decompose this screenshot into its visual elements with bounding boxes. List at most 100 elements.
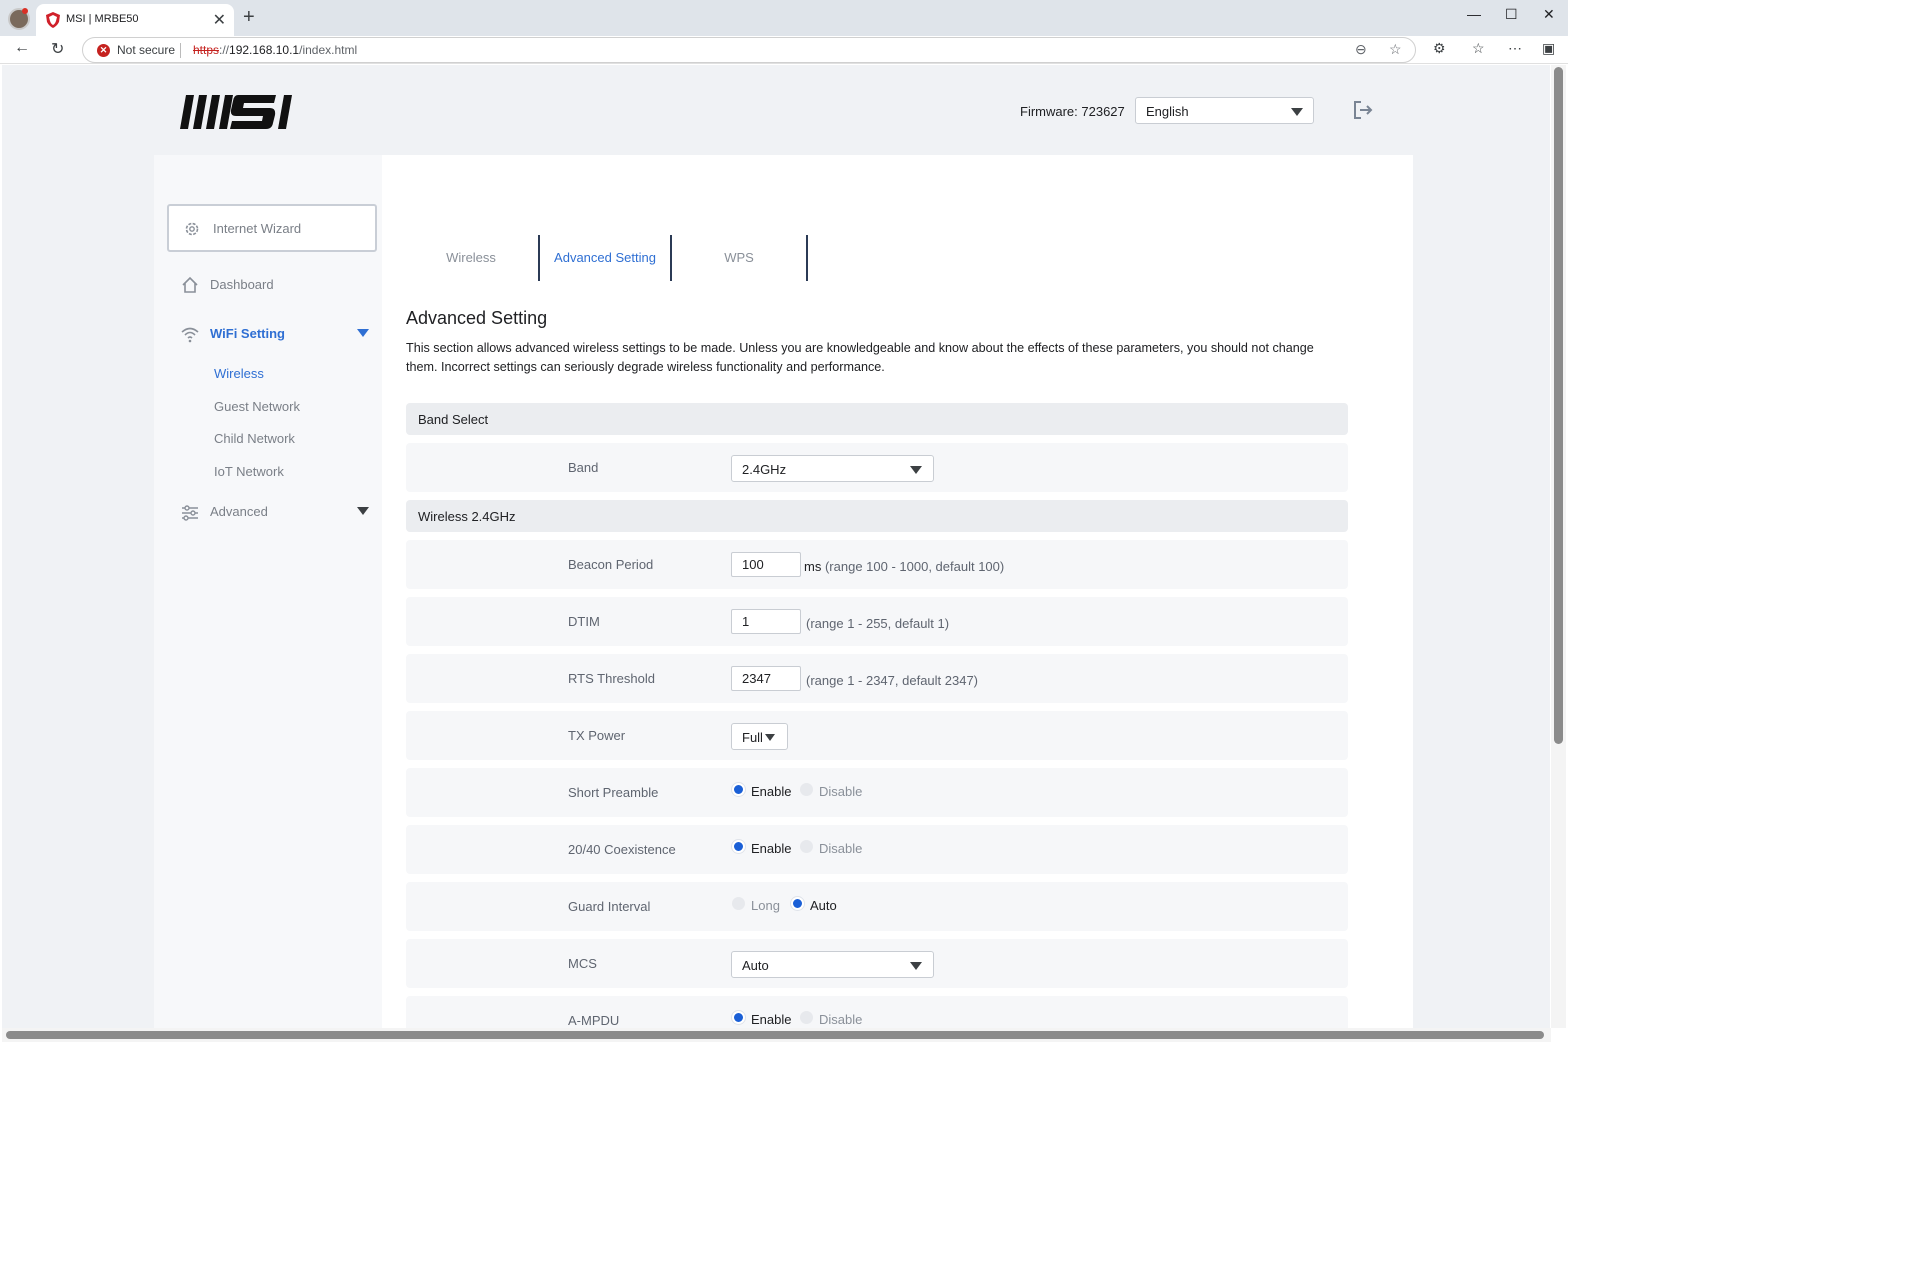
short-preamble-enable-radio[interactable] xyxy=(732,783,745,796)
back-icon[interactable]: ← xyxy=(14,39,30,57)
firmware-version: Firmware: 723627 xyxy=(1020,104,1125,119)
guard-interval-auto-radio[interactable] xyxy=(791,897,804,910)
internet-wizard-label: Internet Wizard xyxy=(213,221,302,236)
band-label: Band xyxy=(568,460,599,475)
wifi-icon xyxy=(181,327,199,343)
reader-icon[interactable]: ⊖ xyxy=(1355,41,1367,58)
ampdu-enable-radio[interactable] xyxy=(732,1011,745,1024)
dtim-hint: (range 1 - 255, default 1) xyxy=(806,616,950,631)
rts-threshold-input[interactable] xyxy=(731,666,801,691)
advanced-expand-chevron-icon[interactable] xyxy=(357,507,369,515)
favorite-star-icon[interactable]: ☆ xyxy=(1389,41,1402,58)
setting-row-rts: RTS Threshold (range 1 - 2347, default 2… xyxy=(406,654,1348,703)
guard-interval-long-label[interactable]: Long xyxy=(751,898,780,913)
logout-icon[interactable] xyxy=(1352,99,1374,121)
coexistence-disable-label[interactable]: Disable xyxy=(819,841,862,856)
coexistence-enable-radio[interactable] xyxy=(732,840,745,853)
beacon-unit: ms xyxy=(804,559,822,574)
tab-title: MSI | MRBE50 xyxy=(66,13,139,25)
mcs-select[interactable]: Auto xyxy=(731,951,934,978)
url-path: /index.html xyxy=(299,43,358,57)
mcs-value: Auto xyxy=(742,958,769,973)
new-tab-icon[interactable]: + xyxy=(243,6,255,29)
tab-close-icon[interactable]: ✕ xyxy=(213,10,226,30)
short-preamble-disable-radio[interactable] xyxy=(800,783,813,796)
horizontal-scrollbar[interactable] xyxy=(2,1028,1551,1042)
sliders-icon xyxy=(182,505,198,521)
guard-interval-auto-label[interactable]: Auto xyxy=(810,898,837,913)
setting-row-short-preamble: Short Preamble Enable Disable xyxy=(406,768,1348,817)
ampdu-disable-label[interactable]: Disable xyxy=(819,1012,862,1027)
short-preamble-enable-label[interactable]: Enable xyxy=(751,784,791,799)
page-content: Firmware: 723627 English Internet Wizard… xyxy=(2,65,1550,1028)
beacon-range: (range 100 - 1000, default 100) xyxy=(824,559,1005,574)
band-value: 2.4GHz xyxy=(742,462,787,477)
tab-wps[interactable]: WPS xyxy=(672,235,806,281)
beacon-label: Beacon Period xyxy=(568,557,654,572)
browser-tab[interactable]: MSI | MRBE50 ✕ xyxy=(36,4,234,36)
chevron-down-icon xyxy=(910,466,922,474)
chevron-down-icon xyxy=(765,734,775,741)
section-header-band-select: Band Select xyxy=(406,403,1348,435)
not-secure-icon: ✕ xyxy=(97,44,110,57)
reload-icon[interactable]: ↻ xyxy=(51,39,64,59)
section-header-wireless-24: Wireless 2.4GHz xyxy=(406,500,1348,532)
dtim-input[interactable] xyxy=(731,609,801,634)
ampdu-disable-radio[interactable] xyxy=(800,1011,813,1024)
ampdu-label: A-MPDU xyxy=(568,1013,620,1028)
tab-advanced-setting[interactable]: Advanced Setting xyxy=(538,235,672,281)
mcs-label: MCS xyxy=(568,956,597,971)
gear-icon xyxy=(185,222,199,236)
setting-row-band: Band 2.4GHz xyxy=(406,443,1348,492)
tx-power-label: TX Power xyxy=(568,728,626,743)
url-text[interactable]: https://192.168.10.1/index.html xyxy=(193,43,357,57)
close-window-icon[interactable]: ✕ xyxy=(1543,6,1555,23)
setting-row-ampdu: A-MPDU Enable Disable xyxy=(406,996,1348,1028)
security-status[interactable]: Not secure xyxy=(117,43,175,57)
internet-wizard-button[interactable]: Internet Wizard xyxy=(167,204,377,252)
sidebar-item-dashboard[interactable]: Dashboard xyxy=(210,277,274,292)
tx-power-select[interactable]: Full xyxy=(731,723,788,750)
ampdu-enable-label[interactable]: Enable xyxy=(751,1012,791,1027)
extensions-icon[interactable]: ⚙ xyxy=(1433,40,1446,57)
sidebar-item-child-network[interactable]: Child Network xyxy=(214,431,295,446)
setting-row-beacon: Beacon Period ms (range 100 - 1000, defa… xyxy=(406,540,1348,589)
horizontal-scrollbar-thumb[interactable] xyxy=(6,1031,1544,1039)
coexistence-disable-radio[interactable] xyxy=(800,840,813,853)
more-icon[interactable]: ⋯ xyxy=(1508,40,1522,57)
language-select[interactable]: English xyxy=(1135,97,1314,124)
sidebar-item-wireless[interactable]: Wireless xyxy=(214,366,264,381)
beacon-period-input[interactable] xyxy=(731,552,801,577)
maximize-icon[interactable]: ☐ xyxy=(1505,6,1518,23)
tx-power-value: Full xyxy=(742,730,763,745)
wifi-expand-chevron-icon[interactable] xyxy=(357,329,369,337)
tab-wireless[interactable]: Wireless xyxy=(404,235,538,281)
sidebar-item-wifi-setting[interactable]: WiFi Setting xyxy=(210,326,285,341)
favorites-icon[interactable]: ☆ xyxy=(1472,40,1485,57)
setting-row-guard-interval: Guard Interval Long Auto xyxy=(406,882,1348,931)
sidebar: Internet Wizard Dashboard WiFi Setting W… xyxy=(154,155,382,1028)
url-scheme-sep: :// xyxy=(219,43,230,57)
vertical-scrollbar-thumb[interactable] xyxy=(1554,67,1563,744)
guard-interval-long-radio[interactable] xyxy=(732,897,745,910)
guard-interval-label: Guard Interval xyxy=(568,899,651,914)
chevron-down-icon xyxy=(910,962,922,970)
short-preamble-disable-label[interactable]: Disable xyxy=(819,784,862,799)
url-scheme: https xyxy=(193,43,220,57)
minimize-icon[interactable]: — xyxy=(1467,6,1481,22)
address-bar[interactable]: ✕ Not secure https://192.168.10.1/index.… xyxy=(82,37,1416,63)
sidebar-item-iot-network[interactable]: IoT Network xyxy=(214,464,284,479)
rts-label: RTS Threshold xyxy=(568,671,655,686)
chevron-down-icon xyxy=(1291,108,1303,116)
coexistence-enable-label[interactable]: Enable xyxy=(751,841,791,856)
sidebar-item-advanced[interactable]: Advanced xyxy=(210,504,268,519)
address-separator xyxy=(180,43,181,58)
sidebar-toggle-icon[interactable]: ▣ xyxy=(1542,40,1555,57)
band-select[interactable]: 2.4GHz xyxy=(731,455,934,482)
sidebar-item-guest-network[interactable]: Guest Network xyxy=(214,399,300,414)
url-host: 192.168.10.1 xyxy=(229,43,300,57)
page-description: This section allows advanced wireless se… xyxy=(406,341,1314,374)
coexistence-label: 20/40 Coexistence xyxy=(568,842,676,857)
notification-dot xyxy=(22,8,28,14)
vertical-scrollbar[interactable] xyxy=(1551,65,1566,1028)
